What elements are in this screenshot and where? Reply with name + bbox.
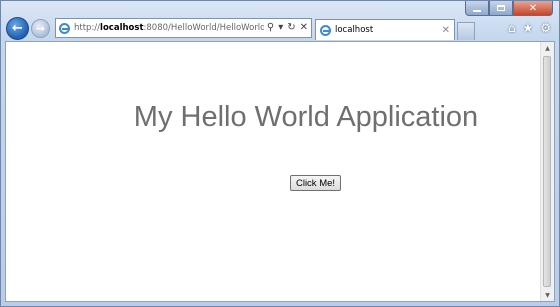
- tab-close-icon[interactable]: ✕: [442, 25, 450, 36]
- search-icon[interactable]: ⚲: [267, 23, 274, 33]
- stop-icon[interactable]: ✕: [300, 23, 308, 33]
- page-viewport: My Hello World Application Click Me! ▲ ▼: [5, 41, 555, 302]
- scroll-up-arrow-icon[interactable]: ▲: [541, 42, 554, 54]
- forward-button[interactable]: →: [31, 18, 50, 38]
- tab-label: localhost: [335, 25, 374, 35]
- url-prefix: http://: [74, 23, 101, 33]
- back-arrow-icon: ←: [12, 20, 23, 36]
- window-caption-buttons: ✕: [465, 1, 553, 17]
- maximize-icon: [497, 5, 505, 11]
- scroll-down-arrow-icon[interactable]: ▼: [541, 289, 554, 301]
- url-path: :8080/HelloWorld/HelloWorld.html: [143, 23, 264, 33]
- vertical-scrollbar[interactable]: ▲ ▼: [540, 42, 554, 301]
- url-text[interactable]: http://localhost:8080/HelloWorld/HelloWo…: [74, 23, 264, 33]
- forward-arrow-icon: →: [35, 21, 46, 35]
- click-me-button[interactable]: Click Me!: [290, 175, 341, 191]
- home-icon[interactable]: ⌂: [508, 21, 516, 35]
- close-window-button[interactable]: ✕: [513, 1, 553, 16]
- refresh-icon[interactable]: ↻: [287, 23, 295, 33]
- url-host: localhost: [100, 23, 144, 33]
- address-bar[interactable]: http://localhost:8080/HelloWorld/HelloWo…: [55, 18, 312, 38]
- scroll-thumb[interactable]: [543, 56, 551, 287]
- star-icon[interactable]: ★: [522, 21, 533, 35]
- gear-icon[interactable]: ⚙: [540, 21, 551, 35]
- page-title: My Hello World Application: [133, 101, 479, 133]
- address-tools: ⚲ ▾ ↻ ✕: [264, 23, 311, 33]
- navigation-bar: ← → http://localhost:8080/HelloWorld/Hel…: [6, 16, 555, 40]
- back-button[interactable]: ←: [6, 16, 29, 40]
- new-tab-button[interactable]: [457, 22, 475, 40]
- tab-localhost[interactable]: localhost ✕: [315, 19, 455, 40]
- close-icon: ✕: [528, 2, 538, 14]
- browser-toolbar: ⌂ ★ ⚙: [508, 21, 555, 35]
- maximize-button[interactable]: [489, 1, 513, 16]
- minimize-button[interactable]: [465, 1, 489, 16]
- browser-window: ✕ ← → http://localhost:8080/HelloWorld/H…: [0, 0, 560, 307]
- tab-ie-icon: [320, 24, 331, 36]
- minimize-icon: [473, 9, 481, 12]
- ie-page-icon: [59, 22, 70, 34]
- dropdown-icon[interactable]: ▾: [278, 23, 283, 33]
